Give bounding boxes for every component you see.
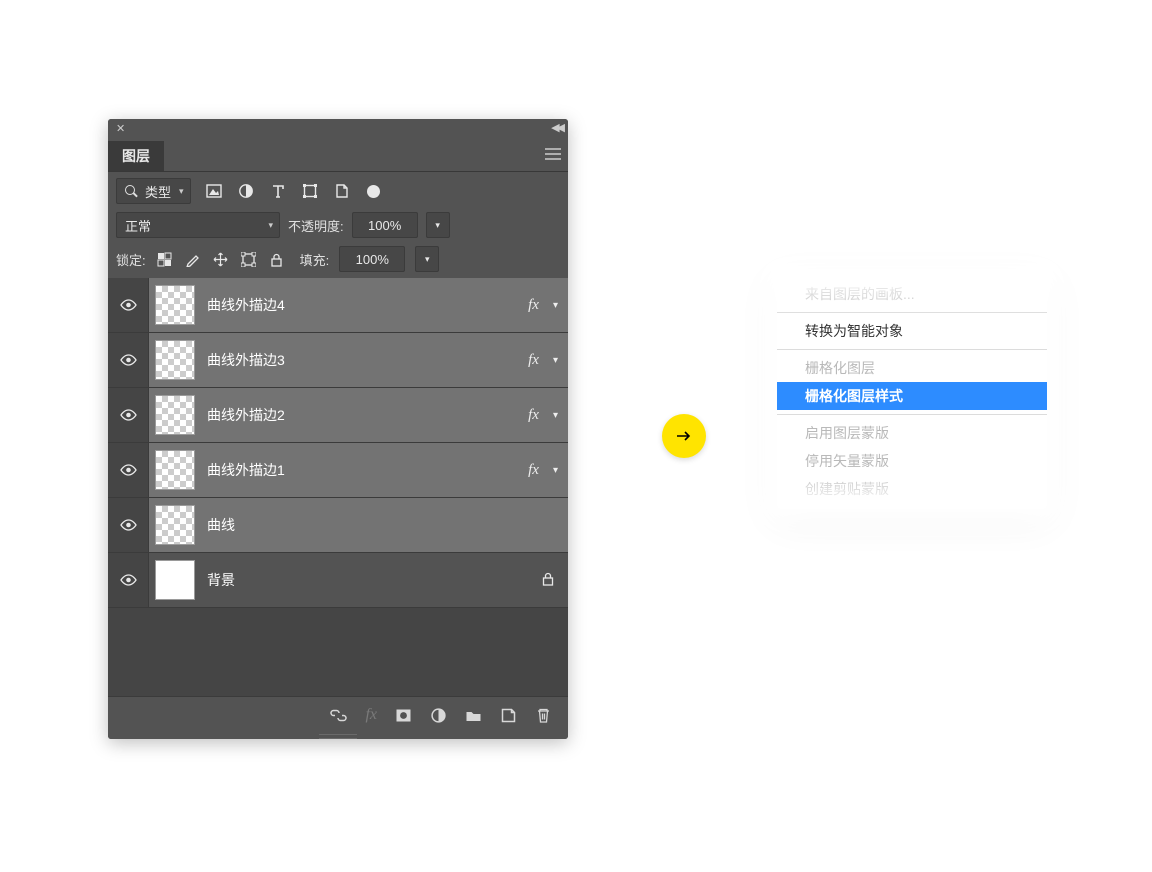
visibility-toggle[interactable] xyxy=(108,278,149,332)
layer-name: 曲线外描边3 xyxy=(207,350,516,370)
close-icon[interactable]: ✕ xyxy=(116,122,125,135)
filter-kind-label: 类型 xyxy=(145,182,171,201)
layer-name: 曲线外描边1 xyxy=(207,460,516,480)
new-group-icon[interactable] xyxy=(465,707,482,724)
layer-thumbnail xyxy=(155,505,195,545)
fx-badge: fx xyxy=(528,407,541,424)
layer-thumbnail xyxy=(155,395,195,435)
fill-value: 100% xyxy=(356,252,389,267)
layers-panel: ✕ ◀◀ 图层 类型 ▾ xyxy=(108,119,568,739)
layer-row: 曲线外描边4 fx ▾ xyxy=(108,278,568,333)
menu-separator xyxy=(777,312,1047,313)
chevron-down-icon: ▾ xyxy=(268,220,273,231)
lock-artboard-icon[interactable] xyxy=(240,250,258,268)
fill-flyout-icon[interactable]: ▾ xyxy=(415,246,439,272)
adjustment-layer-icon[interactable] xyxy=(430,707,447,724)
layers-list: 曲线外描边4 fx ▾ 曲线外描边3 fx ▾ 曲线外描边2 fx ▾ 曲线外描边1 fx ▾ 曲线背景 xyxy=(108,278,568,656)
fx-badge: fx xyxy=(528,352,541,369)
layer-style-icon[interactable]: fx xyxy=(365,706,377,724)
panel-titlebar: ✕ ◀◀ xyxy=(108,119,568,137)
lock-icon xyxy=(542,572,568,589)
layer-thumbnail xyxy=(155,285,195,325)
visibility-toggle[interactable] xyxy=(108,498,149,552)
new-layer-icon[interactable] xyxy=(500,707,517,724)
lock-fill-row: 锁定: 填充: 100% ▾ xyxy=(116,246,560,272)
visibility-toggle[interactable] xyxy=(108,553,149,607)
fill-field[interactable]: 100% xyxy=(339,246,405,272)
lock-paint-icon[interactable] xyxy=(184,250,202,268)
lock-label: 锁定: xyxy=(116,250,146,269)
fx-badge: fx xyxy=(528,297,541,314)
layer-item[interactable]: 背景 xyxy=(149,553,568,607)
delete-layer-icon[interactable] xyxy=(535,707,552,724)
visibility-toggle[interactable] xyxy=(108,388,149,442)
visibility-toggle[interactable] xyxy=(108,443,149,497)
filter-toggle-icon[interactable] xyxy=(365,182,383,200)
menu-separator xyxy=(777,349,1047,350)
fx-expand-icon[interactable]: ▾ xyxy=(553,465,568,476)
menu-item[interactable]: 转换为智能对象 xyxy=(777,317,1047,345)
search-icon xyxy=(125,185,137,197)
layer-thumbnail xyxy=(155,340,195,380)
context-menu: 来自图层的画板... 转换为智能对象栅格化图层栅格化图层样式启用图层蒙版停用矢量蒙… xyxy=(777,274,1047,509)
tab-layers[interactable]: 图层 xyxy=(108,141,164,171)
filter-kind-dropdown[interactable]: 类型 ▾ xyxy=(116,178,191,204)
filter-image-icon[interactable] xyxy=(205,182,223,200)
filter-row: 类型 ▾ xyxy=(116,178,560,204)
filter-shape-icon[interactable] xyxy=(301,182,319,200)
opacity-flyout-icon[interactable]: ▾ xyxy=(426,212,450,238)
layers-empty-area xyxy=(108,656,568,696)
menu-item: 创建剪贴蒙版 xyxy=(777,475,1047,503)
menu-separator xyxy=(777,414,1047,415)
layer-row: 曲线外描边2 fx ▾ xyxy=(108,388,568,443)
chevron-down-icon: ▾ xyxy=(179,186,184,197)
layer-row: 曲线外描边3 fx ▾ xyxy=(108,333,568,388)
filter-text-icon[interactable] xyxy=(269,182,287,200)
layer-item[interactable]: 曲线外描边3 fx ▾ xyxy=(149,333,568,387)
lock-position-icon[interactable] xyxy=(212,250,230,268)
arrow-indicator xyxy=(662,414,706,458)
visibility-toggle[interactable] xyxy=(108,333,149,387)
blend-opacity-row: 正常 ▾ 不透明度: 100% ▾ xyxy=(116,212,560,238)
layer-row: 曲线 xyxy=(108,498,568,553)
filter-adjustment-icon[interactable] xyxy=(237,182,255,200)
menu-item[interactable]: 栅格化图层样式 xyxy=(777,382,1047,410)
blend-mode-value: 正常 xyxy=(125,216,260,235)
menu-item: 停用矢量蒙版 xyxy=(777,447,1047,475)
layer-item[interactable]: 曲线外描边2 fx ▾ xyxy=(149,388,568,442)
layer-thumbnail xyxy=(155,560,195,600)
opacity-label: 不透明度: xyxy=(288,216,344,235)
layer-item[interactable]: 曲线外描边4 fx ▾ xyxy=(149,278,568,332)
fx-expand-icon[interactable]: ▾ xyxy=(553,410,568,421)
panel-footer: fx xyxy=(108,696,568,733)
layer-item[interactable]: 曲线 xyxy=(149,498,568,552)
layer-name: 曲线外描边4 xyxy=(207,295,516,315)
layer-row: 曲线外描边1 fx ▾ xyxy=(108,443,568,498)
layer-name: 曲线外描边2 xyxy=(207,405,516,425)
layer-thumbnail xyxy=(155,450,195,490)
panel-tabs: 图层 xyxy=(108,137,568,172)
menu-item: 来自图层的画板... xyxy=(777,280,1047,308)
layer-name: 背景 xyxy=(207,570,530,590)
menu-item: 栅格化图层 xyxy=(777,354,1047,382)
fx-badge: fx xyxy=(528,462,541,479)
collapse-icon[interactable]: ◀◀ xyxy=(551,121,562,134)
filter-smartobject-icon[interactable] xyxy=(333,182,351,200)
fx-expand-icon[interactable]: ▾ xyxy=(553,300,568,311)
link-layers-icon[interactable] xyxy=(330,707,347,724)
layer-name: 曲线 xyxy=(207,515,568,535)
layer-row: 背景 xyxy=(108,553,568,608)
layer-item[interactable]: 曲线外描边1 fx ▾ xyxy=(149,443,568,497)
blend-mode-dropdown[interactable]: 正常 ▾ xyxy=(116,212,280,238)
fx-expand-icon[interactable]: ▾ xyxy=(553,355,568,366)
opacity-field[interactable]: 100% xyxy=(352,212,418,238)
layer-mask-icon[interactable] xyxy=(395,707,412,724)
fill-label: 填充: xyxy=(300,250,330,269)
opacity-value: 100% xyxy=(368,218,401,233)
resize-grip[interactable] xyxy=(108,733,568,739)
lock-all-icon[interactable] xyxy=(268,250,286,268)
lock-transparency-icon[interactable] xyxy=(156,250,174,268)
menu-item: 启用图层蒙版 xyxy=(777,419,1047,447)
panel-menu-icon[interactable] xyxy=(538,137,568,171)
